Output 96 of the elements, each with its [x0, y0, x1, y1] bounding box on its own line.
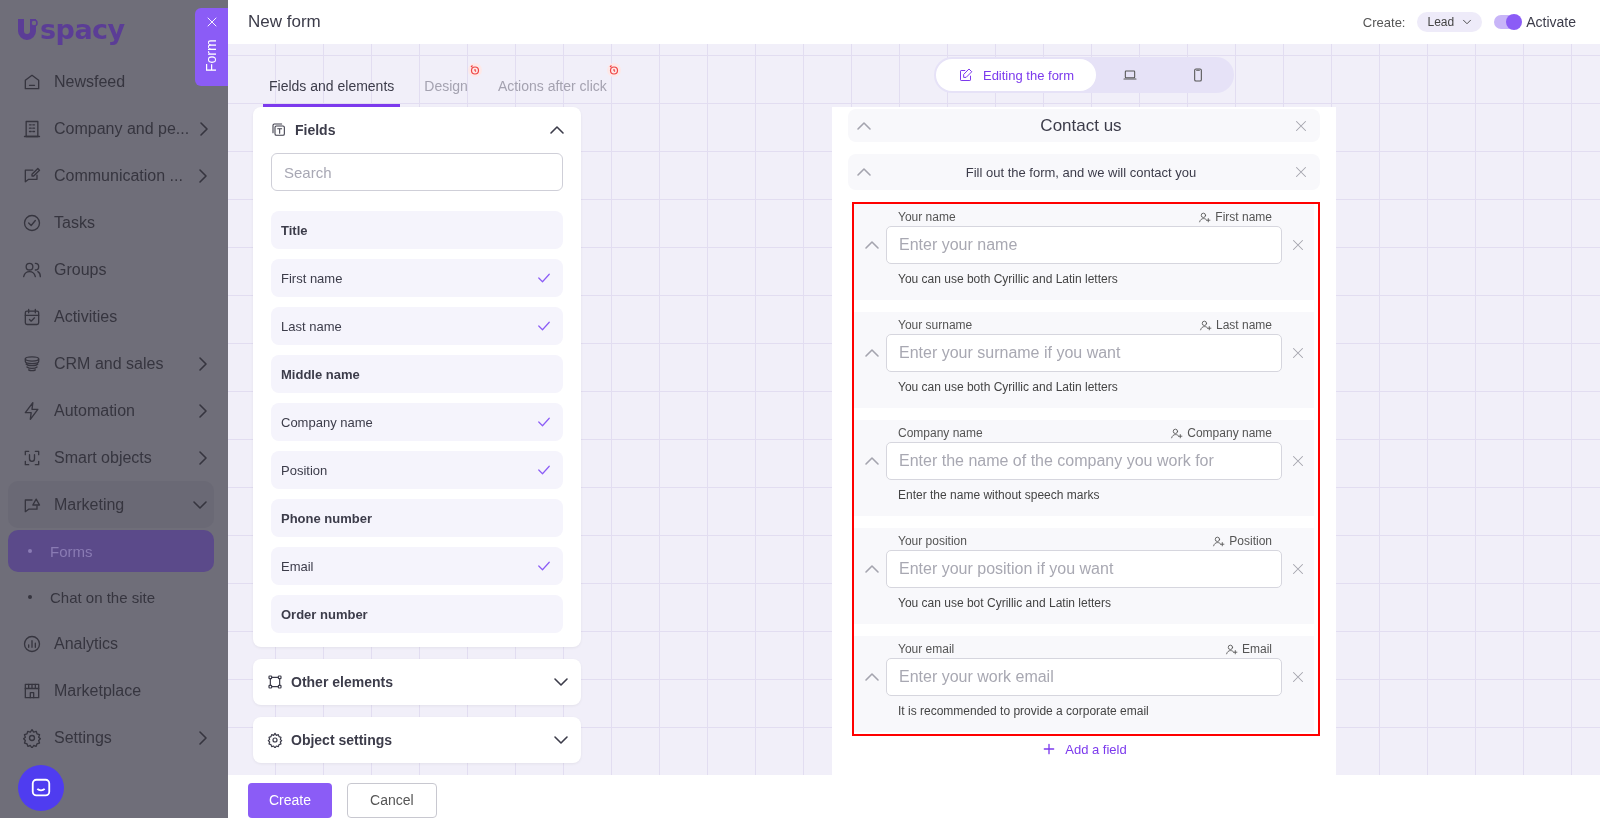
field-item[interactable]: Company name: [271, 403, 563, 441]
chevron-right-icon: [200, 169, 206, 182]
field-item[interactable]: Phone number: [271, 499, 563, 537]
calendar-icon: [22, 306, 42, 327]
sidebar-item[interactable]: Newsfeed: [8, 58, 134, 105]
sidebar-item[interactable]: Automation: [8, 387, 214, 434]
add-field-link[interactable]: Add a field: [1035, 740, 1133, 758]
create-button[interactable]: Create: [248, 782, 333, 818]
chevron-right-icon: [201, 122, 208, 135]
person-plus-icon: [1170, 426, 1184, 440]
form-title: Contact us: [1039, 115, 1123, 136]
coins-icon: [22, 353, 42, 374]
bar-chart-icon: [22, 633, 42, 654]
sidebar-item[interactable]: Communication ...: [8, 152, 214, 199]
text-field-icon: [271, 122, 287, 138]
tab[interactable]: Actions after click: [491, 78, 613, 107]
field-item[interactable]: First name: [271, 259, 563, 297]
field-item[interactable]: Title: [271, 211, 563, 249]
chevron-right-icon: [200, 451, 206, 464]
input-field[interactable]: Enter your position if you want: [886, 550, 1282, 588]
chevron-down-icon: [194, 501, 206, 508]
input-field[interactable]: Enter the name of the company you work for: [886, 442, 1282, 480]
sidebar-item[interactable]: Activities: [8, 293, 126, 340]
view-mode-button[interactable]: Editing the form: [935, 59, 1096, 91]
collapse-icon: [858, 122, 870, 129]
field-mapping: Email: [1225, 642, 1272, 656]
section-header[interactable]: Other elements: [253, 659, 581, 705]
sidebar-subitem[interactable]: Chat on the site: [8, 576, 214, 618]
check-circle-icon: [22, 212, 42, 233]
sidebar-item[interactable]: Analytics: [8, 620, 127, 667]
field-label: Your position: [898, 534, 967, 548]
vector-shape-icon: [267, 674, 283, 690]
page-title: New form: [248, 12, 322, 32]
field-item[interactable]: Position: [271, 451, 563, 489]
gear-icon: [267, 732, 283, 748]
section-header[interactable]: Object settings: [253, 717, 581, 763]
person-plus-icon: [1225, 642, 1238, 656]
chevron-up-icon: [551, 127, 563, 133]
chat-button[interactable]: [18, 765, 64, 811]
field-mapping: Last name: [1198, 318, 1272, 332]
input-field[interactable]: Enter your name: [886, 226, 1282, 264]
fields-section-header[interactable]: Fields: [271, 107, 563, 153]
create-type-dropdown[interactable]: Lead: [1417, 12, 1483, 32]
field-label: Your surname: [898, 318, 973, 332]
collapse-icon: [866, 674, 878, 680]
chevron-right-icon: [200, 357, 206, 370]
sidebar-item[interactable]: CRM and sales: [8, 340, 214, 387]
tab[interactable]: Design: [418, 78, 474, 107]
sidebar-item[interactable]: Groups: [8, 246, 115, 293]
field-label: Your name: [898, 210, 956, 224]
field-hint: It is recommended to provide a corporate email: [897, 703, 1150, 718]
field-item[interactable]: Email: [271, 547, 563, 585]
edit-icon: [957, 67, 973, 83]
field-mapping: Position: [1212, 534, 1272, 548]
field-hint: You can use both Cyrillic and Latin letters: [897, 379, 1119, 394]
chevron-down-icon: [555, 737, 567, 743]
collapse-icon: [866, 350, 878, 356]
cancel-button[interactable]: Cancel: [347, 782, 437, 818]
chevron-down-icon: [555, 679, 567, 685]
sidebar-item[interactable]: Smart objects: [8, 434, 214, 481]
person-plus-icon: [1198, 318, 1212, 332]
collapse-icon: [866, 566, 878, 572]
field-mapping: First name: [1198, 210, 1272, 224]
chevron-right-icon: [200, 731, 206, 744]
person-plus-icon: [1198, 210, 1212, 224]
field-label: Your email: [898, 642, 955, 656]
person-plus-icon: [1212, 534, 1226, 548]
form-panel-tab[interactable]: Form: [195, 8, 228, 86]
form-subtitle: Fill out the form, and we will contact you: [964, 164, 1198, 180]
sidebar-item[interactable]: Settings: [8, 714, 214, 761]
building-icon: [22, 118, 42, 139]
field-hint: Enter the name without speech marks: [897, 487, 1101, 502]
collapse-icon: [858, 169, 870, 175]
field-item[interactable]: Middle name: [271, 355, 563, 393]
collapse-icon: [866, 242, 878, 248]
collapse-icon: [866, 458, 878, 464]
sidebar-item[interactable]: Company and pe...: [8, 105, 214, 152]
search-field[interactable]: Search: [271, 153, 563, 191]
chat-icon: [30, 777, 52, 799]
input-field[interactable]: Enter your work email: [886, 658, 1282, 696]
laptop-icon: [1122, 67, 1138, 83]
field-hint: You can use both Cyrillic and Latin letters: [897, 271, 1119, 286]
activate-label: Activate: [1526, 14, 1576, 30]
sidebar-item[interactable]: Tasks: [8, 199, 103, 246]
field-hint: You can use bot Cyrillic and Latin letters: [897, 595, 1112, 610]
create-label: Create:: [1362, 14, 1406, 30]
field-item[interactable]: Order number: [271, 595, 563, 633]
gear-icon: [22, 727, 42, 748]
input-field[interactable]: Enter your surname if you want: [886, 334, 1282, 372]
field-label: Company name: [898, 426, 983, 440]
field-item[interactable]: Last name: [271, 307, 563, 345]
activate-toggle[interactable]: [1494, 15, 1521, 29]
field-mapping: Company name: [1170, 426, 1272, 440]
sidebar-item[interactable]: Marketplace: [8, 667, 150, 714]
logo-icon: [16, 17, 38, 41]
chevron-right-icon: [200, 404, 206, 417]
